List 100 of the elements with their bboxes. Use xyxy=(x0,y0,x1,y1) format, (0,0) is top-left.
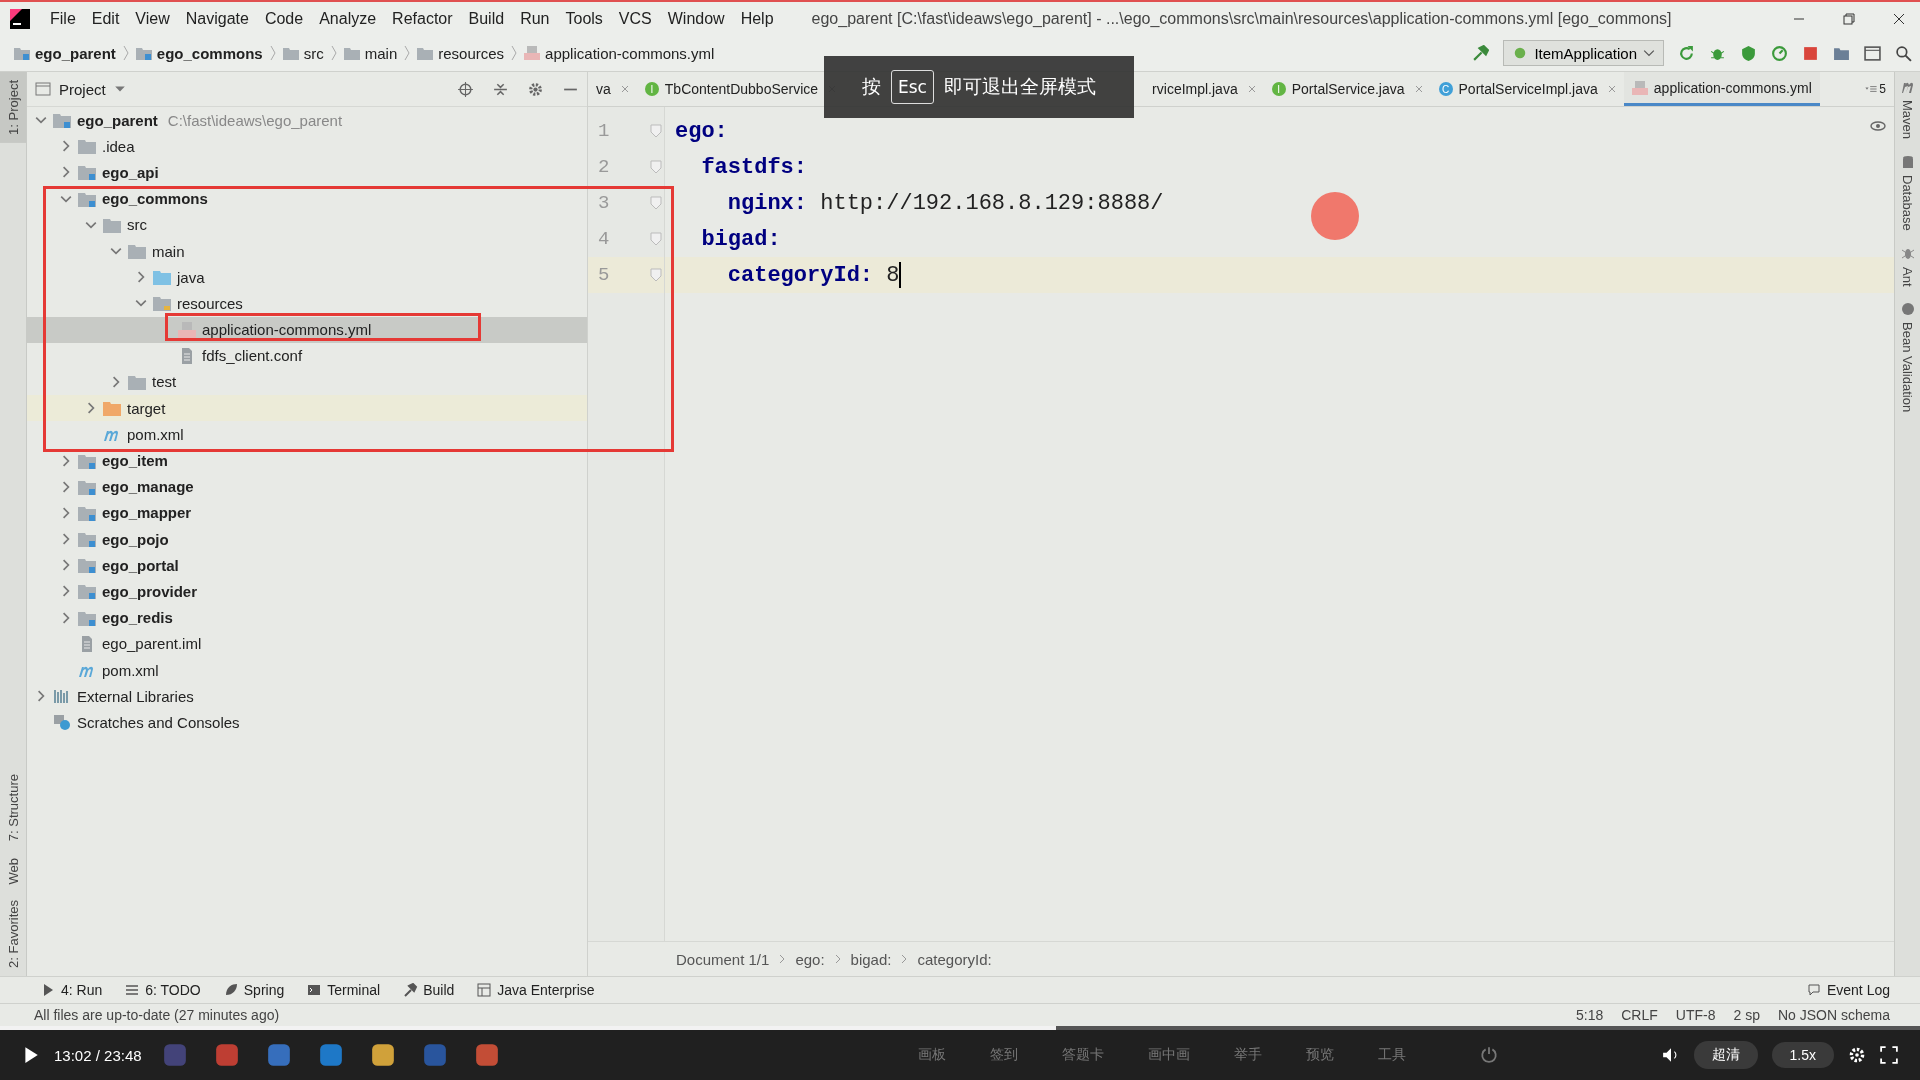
tool-window-tab[interactable]: 2: Favorites xyxy=(0,892,26,976)
breadcrumb-item[interactable]: application-commons.yml xyxy=(520,44,719,62)
tab-overflow-button[interactable]: 5 xyxy=(1865,72,1894,106)
tool-window-button[interactable]: Event Log xyxy=(1805,982,1890,998)
tool-window-tab[interactable]: Database xyxy=(1895,147,1920,239)
preview-icon[interactable] xyxy=(1870,121,1886,131)
fold-marker-icon[interactable] xyxy=(650,268,662,282)
quality-button[interactable]: 超清 xyxy=(1693,1041,1758,1069)
menu-item[interactable]: File xyxy=(42,9,84,28)
tool-window-button[interactable]: 4: Run xyxy=(40,982,103,998)
breadcrumb-item[interactable]: ego_commons xyxy=(131,44,267,62)
breadcrumb-item[interactable]: Document 1/1 xyxy=(676,950,770,968)
tree-item[interactable]: main xyxy=(27,237,587,265)
panel-title[interactable]: Project xyxy=(35,80,126,98)
player-tool[interactable]: 工具 xyxy=(1377,1046,1406,1064)
tool-window-tab[interactable]: Bean Validation xyxy=(1895,294,1920,421)
breadcrumb-item[interactable]: ego_parent xyxy=(10,44,120,62)
tree-item[interactable]: ego_pojo xyxy=(27,526,587,553)
tree-item[interactable]: target xyxy=(27,395,587,422)
menu-item[interactable]: Refactor xyxy=(384,9,461,28)
chevron-icon[interactable] xyxy=(60,585,72,598)
player-tool[interactable]: 答题卡 xyxy=(1061,1046,1104,1064)
speed-button[interactable]: 1.5x xyxy=(1771,1042,1834,1068)
menu-item[interactable]: Tools xyxy=(557,9,611,28)
menu-item[interactable]: Build xyxy=(460,9,513,28)
player-tool[interactable]: 画中画 xyxy=(1147,1046,1190,1064)
indent-setting[interactable]: 2 sp xyxy=(1733,1007,1760,1023)
fullscreen-icon[interactable] xyxy=(1880,1046,1898,1064)
breadcrumb-item[interactable]: ego: xyxy=(795,950,825,968)
chevron-icon[interactable] xyxy=(110,375,122,388)
tool-window-button[interactable]: Build xyxy=(402,982,455,998)
power-icon[interactable] xyxy=(1479,1046,1498,1064)
window-icon[interactable] xyxy=(1864,44,1881,62)
tree-item[interactable]: ego_mapper xyxy=(27,499,587,526)
shield-icon[interactable] xyxy=(1740,44,1757,62)
tool-window-tab[interactable]: 7: Structure xyxy=(0,766,26,850)
chevron-icon[interactable] xyxy=(60,454,72,467)
player-tool[interactable]: 预览 xyxy=(1305,1046,1334,1064)
editor-tab[interactable]: va xyxy=(588,72,637,106)
settings-icon[interactable] xyxy=(1848,1046,1866,1064)
tool-window-button[interactable]: Java Enterprise xyxy=(476,982,595,998)
breadcrumb-item[interactable]: bigad: xyxy=(850,950,892,968)
chevron-icon[interactable] xyxy=(60,166,72,179)
tree-item[interactable]: ego_api xyxy=(27,159,587,186)
menu-item[interactable]: Window xyxy=(659,9,733,28)
breadcrumb-item[interactable]: src xyxy=(278,44,328,62)
breadcrumb-item[interactable]: categoryId: xyxy=(917,950,992,968)
chevron-icon[interactable] xyxy=(60,559,72,572)
tree-item[interactable]: External Libraries xyxy=(27,683,587,710)
menu-item[interactable]: Code xyxy=(256,9,312,28)
chevron-icon[interactable] xyxy=(135,271,147,284)
tree-item[interactable]: resources xyxy=(27,290,587,317)
menu-item[interactable]: VCS xyxy=(610,9,660,28)
gauge-icon[interactable] xyxy=(1771,44,1788,62)
breadcrumb-item[interactable]: main xyxy=(339,44,402,62)
tree-item[interactable]: ego_redis xyxy=(27,604,587,631)
tree-item[interactable]: test xyxy=(27,368,587,396)
tree-item[interactable]: src xyxy=(27,211,587,238)
fold-marker-icon[interactable] xyxy=(650,196,662,210)
fold-marker-icon[interactable] xyxy=(650,232,662,246)
tool-window-tab[interactable]: 1: Project xyxy=(0,72,26,143)
player-tool[interactable]: 画板 xyxy=(917,1046,946,1064)
menu-item[interactable]: Help xyxy=(732,9,782,28)
tree-item[interactable]: ego_commons xyxy=(27,185,587,212)
tree-item[interactable]: pom.xml xyxy=(27,421,587,448)
editor-tab[interactable]: rviceImpl.java xyxy=(1144,72,1264,106)
tree-item[interactable]: ego_provider xyxy=(27,578,587,605)
locate-icon[interactable] xyxy=(457,80,474,98)
tree-item[interactable]: ego_item xyxy=(27,447,587,474)
player-tool[interactable]: 签到 xyxy=(989,1046,1018,1064)
tree-item[interactable]: ego_manage xyxy=(27,473,587,500)
tool-window-tab[interactable]: Maven xyxy=(1895,72,1920,148)
restore-icon[interactable] xyxy=(1842,11,1856,26)
chevron-icon[interactable] xyxy=(60,533,72,546)
tree-item[interactable]: ego_parent C:\fast\ideaws\ego_parent xyxy=(27,107,587,134)
player-tool[interactable]: 举手 xyxy=(1233,1046,1262,1064)
tree-item[interactable]: ego_parent.iml xyxy=(27,630,587,657)
caret-position[interactable]: 5:18 xyxy=(1576,1007,1604,1023)
menu-item[interactable]: Analyze xyxy=(311,9,385,28)
tree-item[interactable]: ego_portal xyxy=(27,552,587,579)
menu-item[interactable]: Run xyxy=(512,9,558,28)
hammer-icon[interactable] xyxy=(1472,44,1490,62)
stop-icon[interactable] xyxy=(1802,44,1819,62)
tree-item[interactable]: .idea xyxy=(27,133,587,160)
tree-item[interactable]: fdfs_client.conf xyxy=(27,342,587,369)
chevron-icon[interactable] xyxy=(60,480,72,493)
run-configuration-dropdown[interactable]: ItemApplication xyxy=(1503,40,1664,66)
chevron-icon[interactable] xyxy=(60,506,72,519)
line-separator[interactable]: CRLF xyxy=(1621,1007,1658,1023)
fold-marker-icon[interactable] xyxy=(650,124,662,138)
chevron-icon[interactable] xyxy=(60,611,72,624)
tool-window-button[interactable]: Spring xyxy=(222,982,285,998)
rerun-icon[interactable] xyxy=(1678,44,1695,62)
tool-window-button[interactable]: Terminal xyxy=(306,982,381,998)
tree-item[interactable]: pom.xml xyxy=(27,656,587,684)
close-icon[interactable] xyxy=(1892,11,1906,26)
menu-item[interactable]: Navigate xyxy=(177,9,257,28)
tool-window-button[interactable]: 6: TODO xyxy=(124,982,201,998)
file-encoding[interactable]: UTF-8 xyxy=(1675,1007,1716,1023)
tool-window-tab[interactable]: Web xyxy=(0,849,26,893)
